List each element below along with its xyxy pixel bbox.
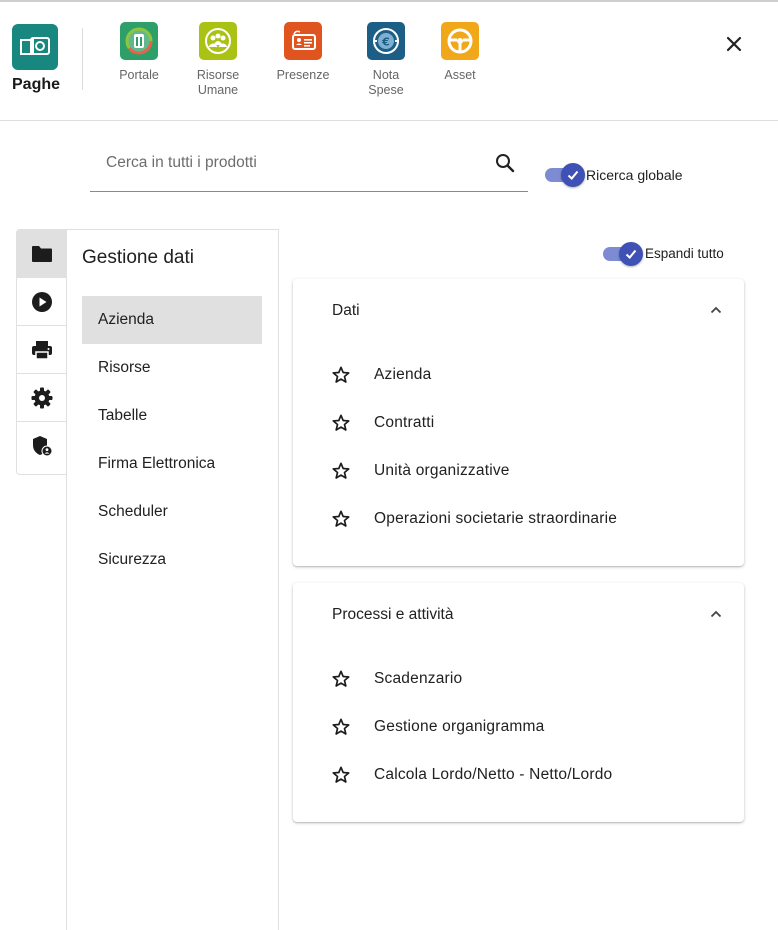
check-icon (619, 241, 643, 266)
app-label: Risorse Umane (196, 68, 240, 97)
list-item-label: Calcola Lordo/Netto - Netto/Lordo (374, 766, 613, 783)
search-input[interactable] (106, 152, 486, 174)
global-search-label: Ricerca globale (586, 167, 683, 183)
section-nav-panel: Gestione dati Azienda Risorse Tabelle Fi… (66, 229, 279, 930)
nav-item-scheduler[interactable]: Scheduler (82, 488, 262, 536)
app-presenze[interactable]: Presenze (268, 22, 338, 83)
list-item-label: Operazioni societarie straordinarie (374, 510, 618, 527)
nav-item-azienda[interactable]: Azienda (82, 296, 262, 344)
portale-icon (120, 22, 158, 60)
app-switcher-header: Paghe Portale Risorse Umane Presenze € N… (0, 2, 778, 121)
card-title: Dati (332, 302, 360, 319)
gear-icon (31, 387, 53, 408)
app-nota-spese[interactable]: € Nota Spese (351, 22, 421, 98)
shield-user-icon (33, 436, 53, 457)
chevron-up-icon[interactable] (705, 603, 727, 625)
svg-text:€: € (381, 36, 390, 49)
toggle-track (603, 241, 643, 266)
app-asset[interactable]: Asset (425, 22, 495, 83)
nav-item-tabelle[interactable]: Tabelle (82, 392, 262, 440)
check-icon (561, 163, 585, 187)
list-item-label: Unità organizzative (374, 462, 510, 479)
expand-all-label: Espandi tutto (645, 246, 724, 261)
chevron-up-icon[interactable] (705, 299, 727, 321)
list-item[interactable]: Unità organizzative (331, 447, 731, 495)
list-item[interactable]: Calcola Lordo/Netto - Netto/Lordo (331, 751, 731, 799)
star-outline-icon[interactable] (331, 717, 351, 737)
app-risorse-umane[interactable]: Risorse Umane (183, 22, 253, 98)
play-circle-icon (32, 291, 52, 312)
folder-icon (32, 245, 52, 262)
printer-icon (32, 340, 52, 360)
star-outline-icon[interactable] (331, 365, 351, 385)
brand-name: Paghe (12, 76, 61, 93)
list-item[interactable]: Contratti (331, 399, 731, 447)
app-label: Nota Spese (368, 68, 404, 97)
rail-security[interactable] (17, 422, 67, 470)
close-icon[interactable] (720, 30, 748, 58)
toggle-track (545, 163, 585, 187)
star-outline-icon[interactable] (331, 413, 351, 433)
app-portale[interactable]: Portale (104, 22, 174, 83)
card-item-list: Azienda Contratti Unità organizzative Op… (331, 351, 731, 543)
expand-all-toggle[interactable]: Espandi tutto (603, 241, 724, 266)
list-item-label: Scadenzario (374, 670, 463, 687)
list-item-label: Azienda (374, 366, 432, 383)
rail-settings[interactable] (17, 374, 67, 422)
header-divider (82, 28, 83, 90)
brand[interactable]: Paghe (12, 24, 60, 94)
list-item[interactable]: Scadenzario (331, 655, 731, 703)
asset-icon (441, 22, 479, 60)
search-field[interactable] (90, 142, 528, 192)
rail-print[interactable] (17, 326, 67, 374)
nav-item-sicurezza[interactable]: Sicurezza (82, 536, 262, 584)
list-item[interactable]: Azienda (331, 351, 731, 399)
nav-list: Azienda Risorse Tabelle Firma Elettronic… (82, 296, 262, 584)
search-icon[interactable] (494, 152, 516, 174)
paghe-logo-icon (12, 24, 58, 70)
rail-folder[interactable] (17, 230, 67, 278)
section-card-processi: Processi e attività Scadenzario Gestione… (293, 583, 744, 822)
star-outline-icon[interactable] (331, 669, 351, 689)
nav-item-risorse[interactable]: Risorse (82, 344, 262, 392)
rail-play[interactable] (17, 278, 67, 326)
section-card-dati: Dati Azienda Contratti Unità organizzati… (293, 279, 744, 566)
star-outline-icon[interactable] (331, 765, 351, 785)
card-item-list: Scadenzario Gestione organigramma Calcol… (331, 655, 731, 799)
list-item[interactable]: Gestione organigramma (331, 703, 731, 751)
global-search-toggle[interactable]: Ricerca globale (545, 163, 683, 187)
nav-item-firma-elettronica[interactable]: Firma Elettronica (82, 440, 262, 488)
star-outline-icon[interactable] (331, 509, 351, 529)
app-label: Portale (119, 68, 159, 82)
nota-spese-icon: € (367, 22, 405, 60)
card-title: Processi e attività (332, 606, 454, 623)
list-item[interactable]: Operazioni societarie straordinarie (331, 495, 731, 543)
app-label: Asset (444, 68, 476, 82)
list-item-label: Gestione organigramma (374, 718, 545, 735)
list-item-label: Contratti (374, 414, 435, 431)
risorse-umane-icon (199, 22, 237, 60)
category-rail (16, 229, 68, 475)
star-outline-icon[interactable] (331, 461, 351, 481)
nav-title: Gestione dati (82, 247, 194, 268)
presenze-icon (284, 22, 322, 60)
app-label: Presenze (276, 68, 330, 82)
